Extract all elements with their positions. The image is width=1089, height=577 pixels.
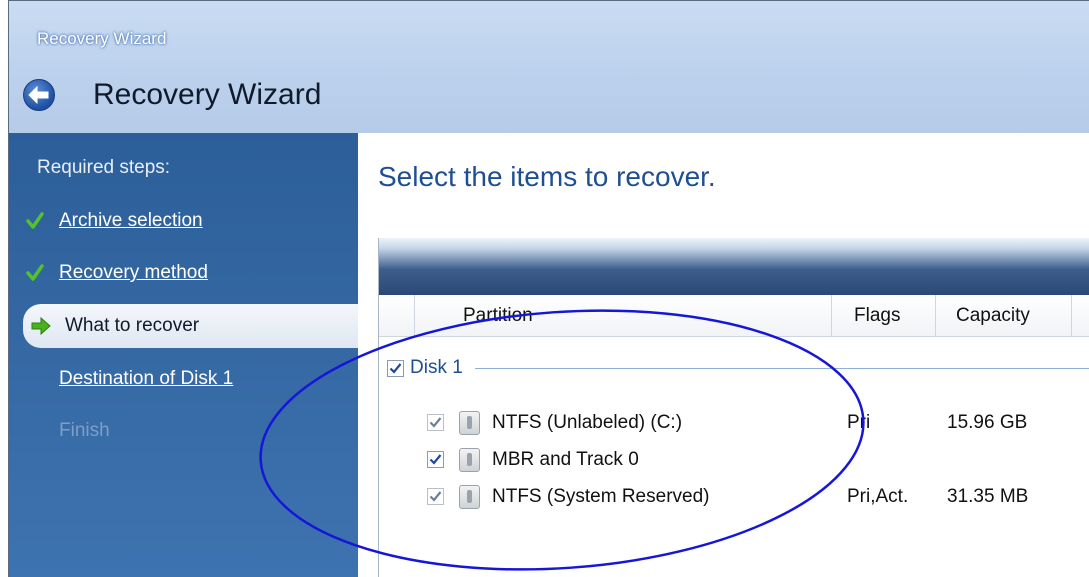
sidebar-heading: Required steps: — [37, 157, 171, 178]
partition-capacity: 31.35 MB — [947, 486, 1029, 507]
step-label: Finish — [59, 420, 110, 441]
column-header-capacity[interactable]: Capacity — [936, 295, 1072, 336]
page-title: Select the items to recover. — [378, 161, 716, 192]
step-what-to-recover[interactable]: What to recover — [23, 304, 364, 348]
partition-name: MBR and Track 0 — [492, 449, 639, 470]
disk-label: Disk 1 — [410, 357, 463, 378]
back-button[interactable] — [23, 79, 55, 111]
grid-header-band — [379, 238, 1089, 295]
partition-checkbox[interactable] — [427, 414, 444, 431]
disk-checkbox[interactable] — [387, 359, 404, 377]
step-label: Destination of Disk 1 — [59, 368, 234, 389]
step-label: What to recover — [65, 315, 200, 336]
check-icon — [25, 211, 45, 231]
title-bar: Recovery Wizard Recovery Wizard — [9, 1, 1089, 133]
partition-grid: Partition Flags Capacity Disk 1 NTFS (Un… — [378, 238, 1089, 577]
partition-row[interactable]: NTFS (Unlabeled) (C:) Pri 15.96 GB — [379, 406, 1089, 440]
partition-checkbox[interactable] — [427, 488, 444, 505]
window-caption: Recovery Wizard — [37, 29, 167, 48]
step-label: Recovery method — [59, 262, 208, 283]
partition-flags: Pri,Act. — [847, 486, 909, 507]
step-label: Archive selection — [59, 210, 203, 231]
step-finish: Finish — [9, 409, 358, 453]
partition-capacity: 15.96 GB — [947, 412, 1028, 433]
wizard-title: Recovery Wizard — [93, 78, 322, 111]
partition-row[interactable]: MBR and Track 0 — [379, 443, 1089, 477]
disk-group-row: Disk 1 — [387, 356, 1089, 380]
step-destination-disk-1[interactable]: Destination of Disk 1 — [9, 357, 358, 401]
partition-checkbox[interactable] — [427, 451, 444, 468]
step-recovery-method[interactable]: Recovery method — [9, 251, 358, 295]
partition-disk-icon — [459, 485, 480, 509]
column-header-flags[interactable]: Flags — [832, 295, 936, 336]
column-header-partition[interactable]: Partition — [415, 295, 832, 336]
check-icon — [25, 263, 45, 283]
partition-disk-icon — [459, 411, 480, 435]
arrow-right-icon — [31, 316, 51, 336]
partition-name: NTFS (Unlabeled) (C:) — [492, 412, 683, 433]
step-archive-selection[interactable]: Archive selection — [9, 199, 358, 243]
disk-separator — [474, 367, 1089, 369]
partition-row[interactable]: NTFS (System Reserved) Pri,Act. 31.35 MB — [379, 480, 1089, 514]
back-arrow-icon — [28, 86, 49, 104]
column-header-row: Partition Flags Capacity — [379, 295, 1089, 337]
partition-name: NTFS (System Reserved) — [492, 486, 710, 507]
partition-disk-icon — [459, 448, 480, 472]
recovery-wizard-window: Recovery Wizard Recovery Wizard Required… — [8, 0, 1089, 577]
partition-flags: Pri — [847, 412, 871, 433]
column-header-checkbox[interactable] — [379, 295, 415, 336]
main-panel: Select the items to recover. Partition F… — [358, 133, 1089, 577]
